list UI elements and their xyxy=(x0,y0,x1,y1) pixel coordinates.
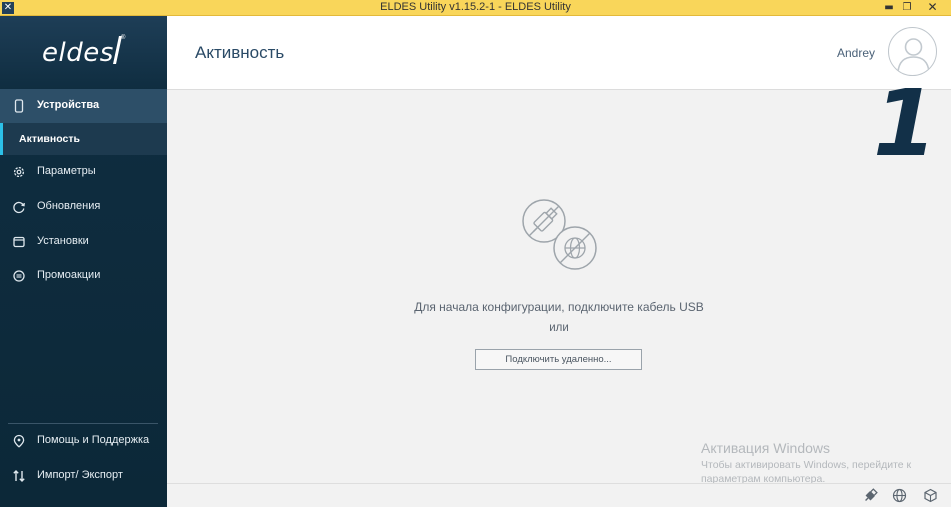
usb-disconnected-icon xyxy=(522,199,597,270)
logo-text: eldes xyxy=(42,38,114,68)
sidebar-item-label: Импорт/ Экспорт xyxy=(37,469,123,481)
sidebar-item-label: Устройства xyxy=(37,99,100,111)
windows-activation-title: Активация Windows xyxy=(701,440,831,456)
promo-icon xyxy=(12,269,26,283)
sidebar-item-import-export[interactable]: Импорт/ Экспорт xyxy=(0,459,167,493)
box-icon[interactable] xyxy=(923,488,938,503)
sidebar-item-updates[interactable]: Обновления xyxy=(0,190,167,224)
page-title: Активность xyxy=(195,43,285,62)
sidebar-item-label: Обновления xyxy=(37,200,101,212)
installs-icon xyxy=(12,235,26,249)
user-avatar-icon[interactable] xyxy=(888,27,937,76)
help-icon xyxy=(12,434,26,448)
usb-connect-message: Для начала конфигурации, подключите кабе… xyxy=(414,300,704,314)
status-footer xyxy=(167,483,951,507)
device-icon xyxy=(12,99,26,113)
or-separator: или xyxy=(549,322,569,334)
sidebar-item-label: Параметры xyxy=(37,165,96,177)
app-window: ✕ ELDES Utility v1.15.2-1 - ELDES Utilit… xyxy=(0,0,951,507)
window-title: ELDES Utility v1.15.2-1 - ELDES Utility xyxy=(380,1,571,13)
globe-icon[interactable] xyxy=(892,488,907,503)
sidebar-item-devices[interactable]: Устройства xyxy=(0,89,167,123)
logo-registered: ® xyxy=(121,35,126,41)
gear-icon xyxy=(12,165,26,179)
page-header: Активность Andrey xyxy=(167,16,951,90)
sidebar-item-installs[interactable]: Установки xyxy=(0,225,167,259)
eldes-logo: eldes ® xyxy=(0,16,167,88)
main-content: Для начала конфигурации, подключите кабе… xyxy=(167,91,951,483)
import-export-icon xyxy=(12,469,26,483)
connect-remotely-button[interactable]: Подключить удаленно... xyxy=(475,349,642,370)
sidebar-item-activity[interactable]: Активность xyxy=(0,123,167,155)
sidebar-item-label: Активность xyxy=(19,133,80,145)
sidebar-item-label: Установки xyxy=(37,235,89,247)
refresh-icon xyxy=(12,200,26,214)
sidebar-item-parameters[interactable]: Параметры xyxy=(0,155,167,189)
sidebar: eldes ® Устройства Активность Параметры … xyxy=(0,16,167,507)
sidebar-item-label: Промоакции xyxy=(37,269,101,281)
active-indicator xyxy=(0,123,3,155)
usb-plug-icon[interactable] xyxy=(863,488,878,503)
sidebar-item-help[interactable]: Помощь и Поддержка xyxy=(0,424,167,458)
close-button[interactable]: ✕ xyxy=(914,0,951,15)
user-name[interactable]: Andrey xyxy=(837,46,875,60)
title-bar: ✕ ELDES Utility v1.15.2-1 - ELDES Utilit… xyxy=(0,0,951,16)
sidebar-item-promotions[interactable]: Промоакции xyxy=(0,259,167,293)
sidebar-item-label: Помощь и Поддержка xyxy=(37,434,150,446)
windows-activation-subtitle: Чтобы активировать Windows, перейдите к … xyxy=(701,459,912,485)
